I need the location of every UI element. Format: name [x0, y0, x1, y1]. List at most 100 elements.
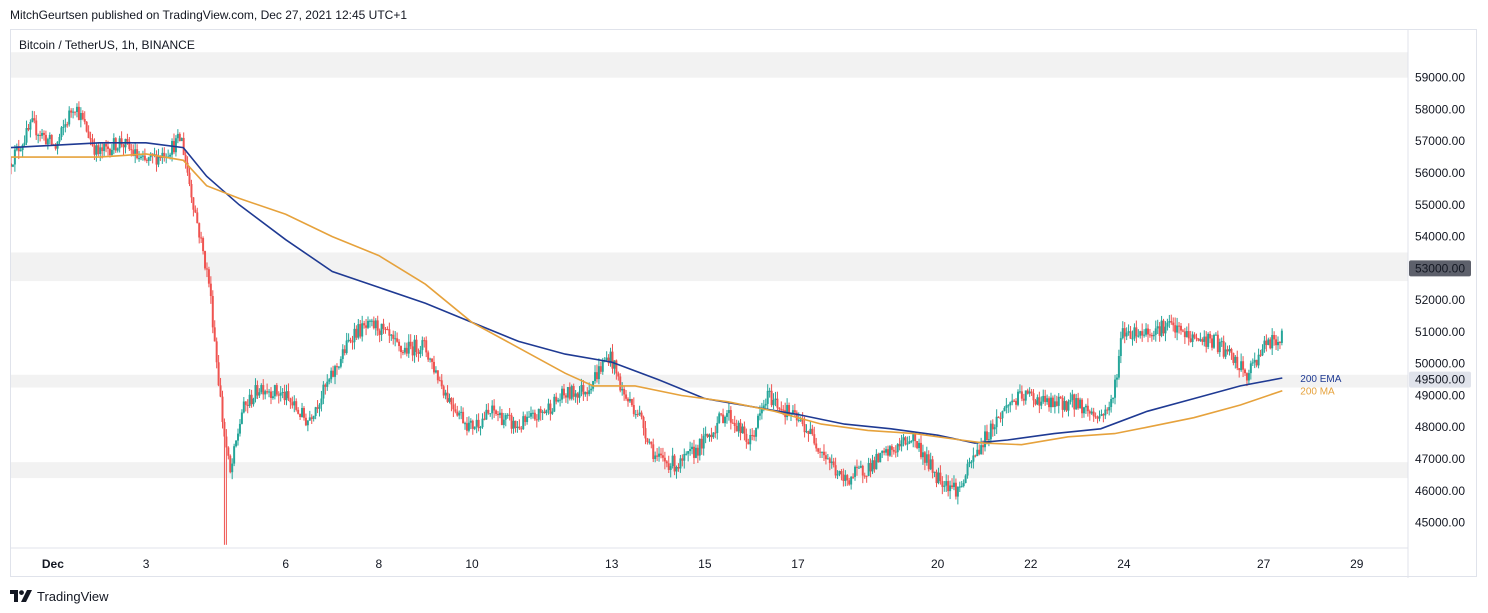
candle	[1253, 352, 1256, 369]
candle-body	[568, 386, 571, 399]
candle	[314, 406, 317, 420]
candle	[1055, 395, 1058, 407]
candle	[217, 355, 220, 387]
candle	[58, 133, 61, 145]
candle-body	[312, 416, 315, 419]
candle	[716, 416, 719, 440]
candle	[692, 439, 695, 464]
y-tick-label: 55000.00	[1415, 198, 1465, 212]
candle	[811, 424, 814, 436]
candle-body	[873, 460, 876, 470]
candle	[1137, 329, 1140, 338]
candle-body	[574, 393, 577, 397]
candle-body	[883, 450, 886, 453]
candle	[1141, 323, 1144, 342]
candle	[448, 393, 451, 404]
candle-body	[636, 414, 639, 416]
candle-body	[211, 296, 214, 328]
y-tick-label: 47000.00	[1415, 452, 1465, 466]
candle	[877, 452, 880, 463]
price-chart[interactable]: 59000.00 58000.00 57000.00 56000.00 55000.00…	[11, 30, 1478, 578]
candle-body	[357, 324, 360, 338]
candle	[900, 434, 903, 452]
candle-body	[202, 238, 205, 252]
candle-body	[1170, 321, 1173, 323]
candle	[283, 384, 286, 405]
candle-body	[403, 347, 406, 353]
candle	[417, 348, 420, 362]
candle-body	[512, 420, 515, 429]
candle-body	[112, 138, 115, 150]
candle-body	[139, 156, 142, 159]
candle-body	[974, 455, 977, 457]
candle-body	[605, 357, 608, 361]
candle-body	[254, 385, 257, 399]
candle	[628, 391, 631, 403]
candle	[890, 444, 893, 458]
candle	[103, 142, 106, 158]
candle-body	[368, 320, 371, 322]
candle-body	[475, 419, 478, 427]
candle-body	[526, 416, 529, 423]
tradingview-footer[interactable]: TradingView	[10, 587, 109, 605]
candle	[1257, 348, 1260, 369]
candle	[1251, 358, 1254, 366]
candle-body	[1046, 398, 1049, 403]
candle	[429, 357, 432, 363]
candle-body	[733, 422, 736, 427]
candle-body	[229, 455, 232, 473]
candle	[29, 119, 32, 138]
candle-body	[279, 392, 282, 396]
candle	[72, 108, 75, 119]
candle-body	[902, 437, 905, 441]
candle-body	[1009, 402, 1012, 406]
candle	[60, 126, 63, 141]
candle-body	[498, 412, 501, 416]
chart-panel[interactable]: 59000.00 58000.00 57000.00 56000.00 55000.00…	[10, 29, 1478, 578]
candle-body	[1084, 405, 1087, 408]
candle	[489, 413, 492, 417]
x-tick-label: 24	[1117, 557, 1131, 571]
candle	[122, 143, 125, 156]
candle-body	[227, 447, 230, 456]
candle-body	[931, 459, 934, 473]
candle	[883, 447, 886, 456]
candle-body	[580, 385, 583, 392]
candle	[128, 137, 131, 151]
candle	[720, 413, 723, 417]
candle	[1147, 324, 1150, 343]
candle-body	[215, 341, 218, 363]
candle-body	[1024, 390, 1027, 401]
candle-body	[277, 394, 280, 396]
y-tick-label: 54000.00	[1415, 230, 1465, 244]
candle	[1102, 413, 1105, 423]
candle	[929, 452, 932, 471]
candle	[698, 438, 701, 461]
candle-body	[44, 134, 47, 145]
candle	[749, 428, 752, 451]
candle-body	[301, 408, 304, 417]
candle-body	[799, 419, 802, 421]
candle	[733, 415, 736, 433]
candle-body	[334, 366, 337, 377]
candle	[1195, 333, 1198, 342]
candle	[388, 322, 391, 344]
candle-body	[1212, 334, 1215, 348]
candle	[211, 290, 214, 334]
candle	[1028, 387, 1031, 397]
candle	[1094, 412, 1097, 419]
candle-body	[242, 401, 245, 413]
candle-body	[221, 396, 224, 422]
candle	[464, 421, 467, 430]
candle-body	[821, 451, 824, 453]
candle-body	[479, 427, 482, 429]
candle-body	[1110, 399, 1113, 408]
candle-body	[506, 414, 509, 416]
candle-body	[970, 461, 973, 463]
candle	[1168, 314, 1171, 328]
candle-body	[832, 461, 835, 466]
candle	[390, 334, 393, 341]
candle	[207, 266, 210, 288]
candle-body	[1259, 354, 1262, 356]
candle-body	[1049, 397, 1052, 408]
